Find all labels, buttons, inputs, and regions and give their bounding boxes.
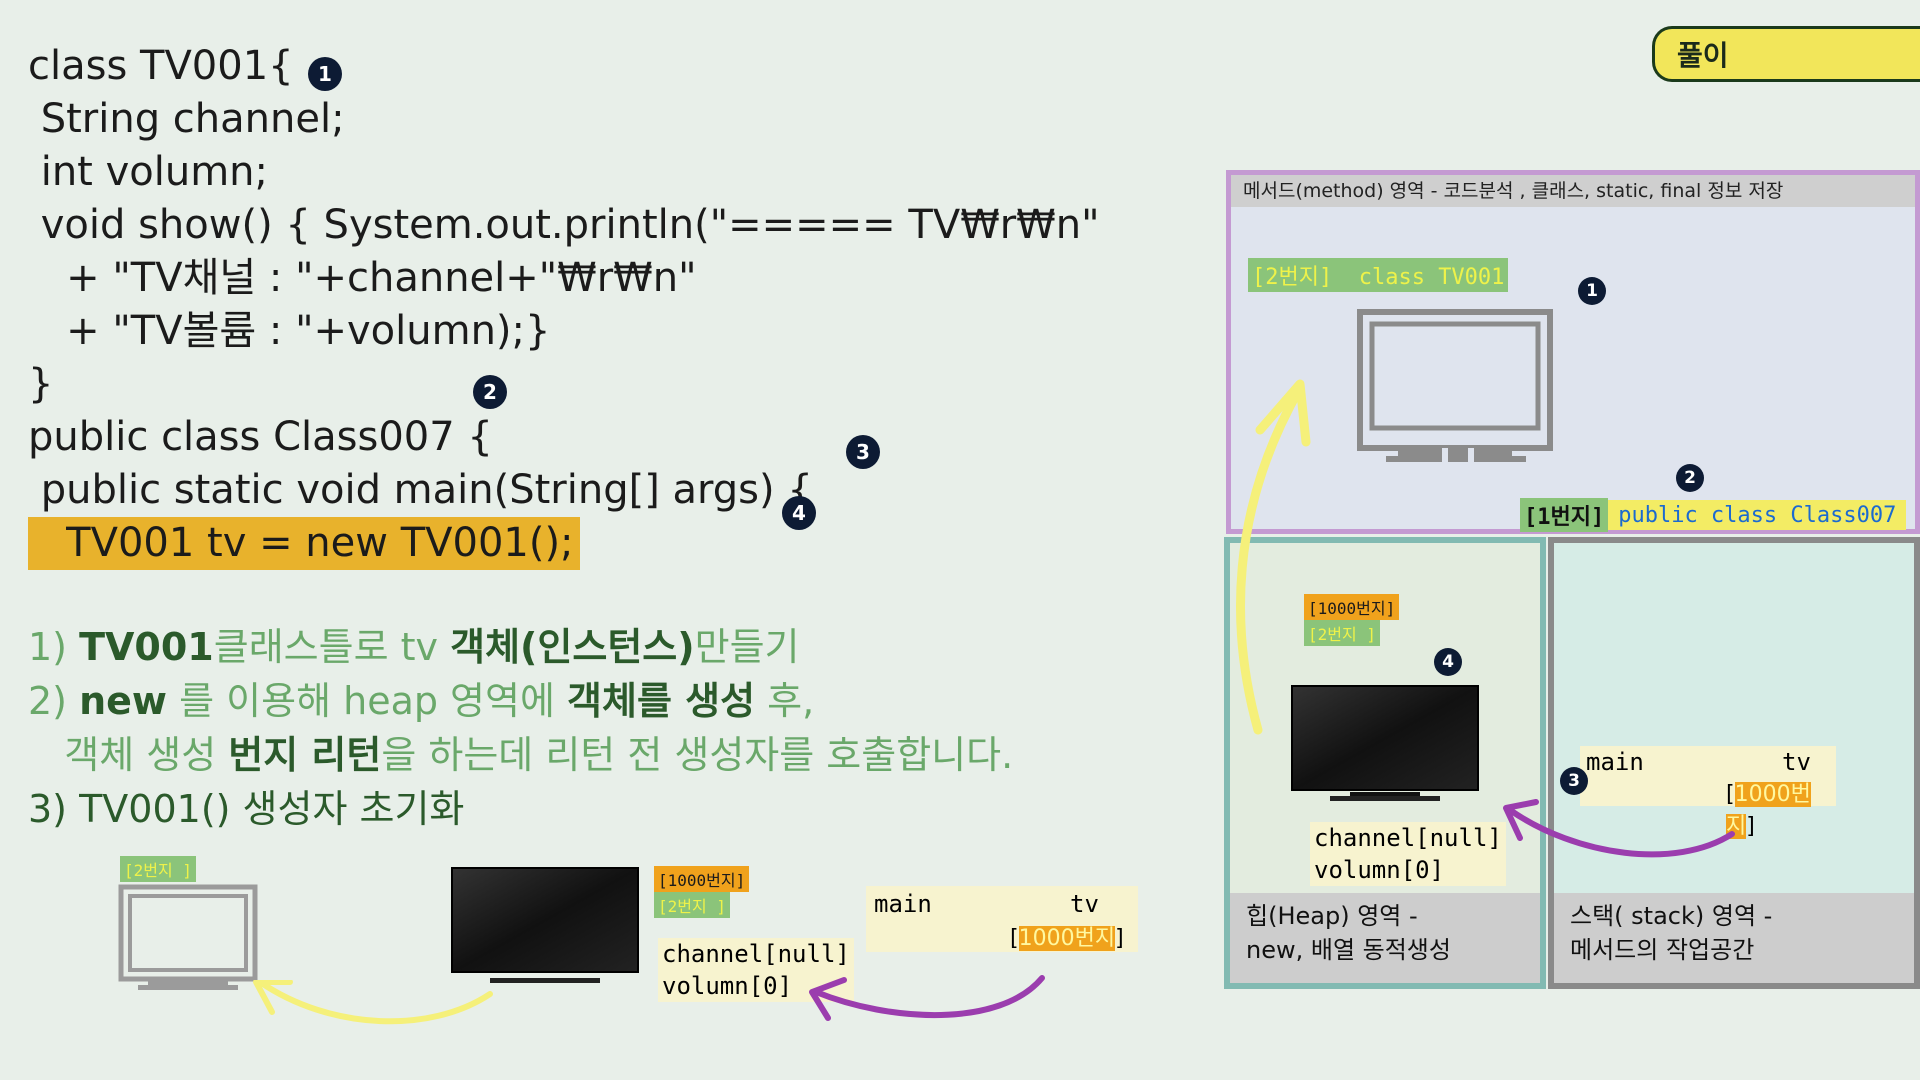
code-line: + "TV볼륨 : "+volumn);} xyxy=(28,308,551,354)
note-1: 1) TV001클래스틀로 tv 객체(인스턴스)만들기 xyxy=(28,625,800,669)
bottom-stack-frame: main tv [1000번지] xyxy=(866,886,1138,952)
code-line: int volumn; xyxy=(28,149,268,195)
code-line: void show() { System.out.println("===== … xyxy=(28,202,1100,248)
method-marker-2: 2 xyxy=(1676,464,1704,492)
bottom-class-address: [2번지 ] xyxy=(120,856,196,882)
bottom-object-address: [1000번지] xyxy=(654,866,750,892)
marker-3: 3 xyxy=(846,435,880,469)
marker-4: 4 xyxy=(782,496,816,530)
heap-caption: 힙(Heap) 영역 - new, 배열 동적생성 xyxy=(1230,893,1540,983)
bottom-var-value: [1000번지] xyxy=(1010,926,1124,951)
solution-badge: 풀이 xyxy=(1652,26,1920,82)
note-2: 2) new 를 이용해 heap 영역에 객체를 생성 후, xyxy=(28,679,815,723)
code-block: class TV001{ String channel; int volumn;… xyxy=(28,40,1099,570)
main-class-tag: [1번지] public class Class007 xyxy=(1520,498,1907,532)
main-class-address: [1번지] xyxy=(1520,498,1609,532)
heap-object-fields: channel[null] volumn[0] xyxy=(1310,822,1506,886)
stack-var-value: [1000번지] xyxy=(1726,782,1811,839)
arrow-object-to-class xyxy=(253,980,493,1025)
stack-caption: 스택( stack) 영역 - 메서드의 작업공간 xyxy=(1554,893,1914,983)
method-area-title: 메서드(method) 영역 - 코드분석 , 클래스, static, fin… xyxy=(1231,175,1915,207)
code-line: class TV001{ xyxy=(28,43,294,89)
code-line: } xyxy=(28,361,54,407)
note-2-cont: 객체 생성 번지 리턴을 하는데 리턴 전 생성자를 호출합니다. xyxy=(28,733,1014,777)
class-address-tag: [2번지] class TV001 xyxy=(1248,258,1509,292)
field-channel: channel[null] xyxy=(662,940,850,968)
code-line: public static void main(String[] args) { xyxy=(28,467,813,513)
arrow-stack-to-heap xyxy=(1503,799,1735,858)
field-volumn: volumn[0] xyxy=(1314,856,1445,884)
stack-frame-scope: main xyxy=(1586,748,1644,776)
bottom-var-name: tv xyxy=(1070,890,1099,918)
code-line: public class Class007 { xyxy=(28,414,493,460)
field-channel: channel[null] xyxy=(1314,824,1502,852)
code-line: + "TV채널 : "+channel+"₩r₩n" xyxy=(28,255,697,301)
method-area: 메서드(method) 영역 - 코드분석 , 클래스, static, fin… xyxy=(1226,170,1920,534)
arrow-heap-to-method xyxy=(1236,379,1311,735)
bottom-object-class-address: [2번지 ] xyxy=(654,892,730,918)
stack-var-name: tv xyxy=(1782,748,1811,776)
tv-object-icon xyxy=(451,867,639,983)
code-line-highlighted: TV001 tv = new TV001(); xyxy=(28,517,580,570)
tv-outline-icon xyxy=(118,884,258,990)
marker-1: 1 xyxy=(308,57,342,91)
tv-outline-icon xyxy=(1357,309,1553,462)
note-3: 3) TV001() 생성자 초기화 xyxy=(28,787,465,831)
code-line: String channel; xyxy=(28,96,345,142)
bottom-frame-scope: main xyxy=(874,890,932,918)
arrow-stack-to-object xyxy=(809,975,1045,1021)
main-class-label: public class Class007 xyxy=(1618,502,1897,528)
heap-marker-4: 4 xyxy=(1434,648,1462,676)
marker-2: 2 xyxy=(473,375,507,409)
method-marker-1: 1 xyxy=(1578,277,1606,305)
explanation-notes: 1) TV001클래스틀로 tv 객체(인스턴스)만들기 2) new 를 이용… xyxy=(28,620,1013,836)
